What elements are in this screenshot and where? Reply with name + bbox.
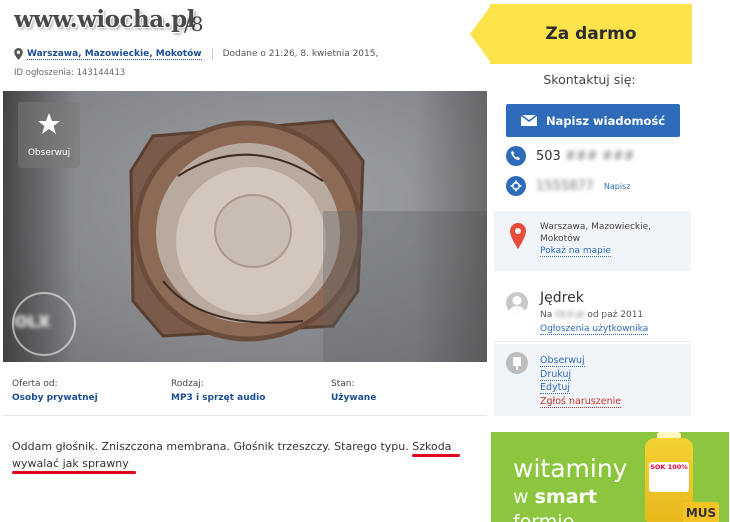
divider [3, 415, 487, 416]
pin-icon [506, 352, 528, 374]
price-label: Za darmo [490, 4, 692, 64]
envelope-icon [520, 115, 537, 126]
detail-condition-value[interactable]: Używane [331, 393, 376, 403]
bottle-label: SOK 100% [649, 462, 689, 492]
action-print[interactable]: Drukuj [540, 368, 621, 382]
ad-id: ID ogłoszenia: 143144413 [14, 68, 126, 78]
avatar [506, 292, 528, 314]
skype-row: 1555877 Napisz [506, 176, 630, 196]
skype-id: 1555877 [536, 178, 594, 194]
detail-type-value[interactable]: MP3 i sprzęt audio [171, 393, 265, 403]
user-since: Na OLX.pl od paź 2011 [540, 310, 644, 320]
highlight-phrase: wywalać jak sprawny [12, 456, 136, 474]
action-follow[interactable]: Obserwuj [540, 354, 621, 368]
action-report[interactable]: Zgłoś naruszenie [540, 395, 622, 409]
location-address: Warszawa, Mazowieckie, Mokotów Pokaż na … [540, 222, 652, 257]
skype-icon [506, 176, 526, 196]
action-edit[interactable]: Edytuj [540, 381, 621, 395]
send-message-button[interactable]: Napisz wiadomość [506, 104, 680, 137]
product-photo[interactable]: Obserwuj OLX [3, 91, 487, 362]
detail-type: Rodzaj: MP3 i sprzęt audio [171, 379, 266, 403]
detail-offer: Oferta od: Osoby prywatnej [12, 379, 98, 403]
star-icon [38, 113, 60, 134]
location-pin-icon [510, 223, 526, 249]
show-map-link[interactable]: Pokaż na mapie [540, 246, 611, 257]
location-box: Warszawa, Mazowieckie, Mokotów Pokaż na … [494, 211, 691, 271]
detail-condition: Stan: Używane [331, 379, 377, 403]
user-name: Jędrek [540, 290, 584, 306]
phone-number: 503 ### ### [536, 148, 635, 164]
user-ads-link[interactable]: Ogłoszenia użytkownika [540, 324, 649, 335]
advert-line2: w smart [513, 486, 597, 508]
description: Oddam głośnik. Zniszczona membrana. Głoś… [12, 439, 482, 474]
price-tag: Za darmo [470, 4, 692, 64]
blurred-logo: OLX [14, 312, 51, 331]
title-page-counter: /8 [184, 12, 204, 36]
red-underline [412, 454, 461, 457]
location-row: Warszawa, Mazowieckie, Mokotów Dodane o … [14, 48, 378, 60]
follow-label: Obserwuj [27, 148, 71, 158]
advert-banner[interactable]: witaminy w smart formie SOK 100% MUS [491, 432, 729, 522]
watermark-logo: www.wiocha.pl [14, 6, 195, 33]
user-box: Jędrek Na OLX.pl od paź 2011 Ogłoszenia … [494, 278, 691, 342]
price-tag-arrow-icon [470, 4, 492, 64]
added-date: Dodane o 21:26, 8. kwietnia 2015, [222, 49, 379, 59]
phone-row[interactable]: 503 ### ### [506, 146, 634, 166]
advert-brand: MUS [683, 502, 719, 522]
advert-line3: formie [513, 511, 575, 522]
follow-button[interactable]: Obserwuj [18, 102, 80, 168]
skype-write-link[interactable]: Napisz [604, 182, 631, 191]
advert-headline: witaminy [513, 454, 628, 483]
location-link[interactable]: Warszawa, Mazowieckie, Mokotów [27, 49, 202, 60]
divider [211, 48, 213, 60]
send-message-label: Napisz wiadomość [545, 113, 666, 128]
highlight-word: Szkoda [412, 439, 461, 457]
action-list: Obserwuj Drukuj Edytuj Zgłoś naruszenie [540, 354, 622, 409]
map-pin-icon [14, 48, 23, 60]
actions-box: Obserwuj Drukuj Edytuj Zgłoś naruszenie [494, 344, 691, 416]
contact-title: Skontaktuj się: [543, 72, 636, 87]
phone-icon [506, 146, 526, 166]
red-underline [12, 470, 136, 474]
detail-offer-value[interactable]: Osoby prywatnej [12, 393, 98, 403]
